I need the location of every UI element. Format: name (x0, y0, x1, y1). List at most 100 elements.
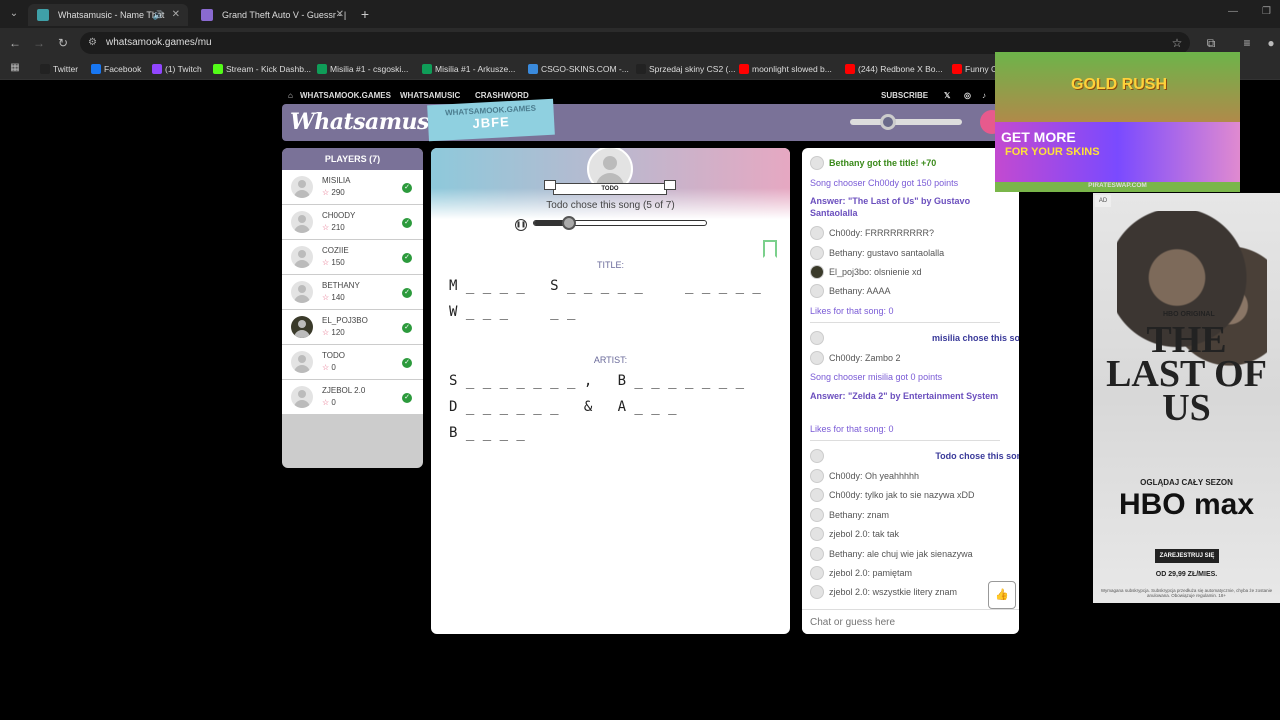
star-icon: ☆ (322, 363, 332, 372)
room-code-box[interactable]: WHATSAMOOK.GAMES JBFE (427, 98, 555, 142)
chat-message: Bethany: ale chuj wie jak sienazywa (810, 547, 973, 561)
player-points-value: 120 (331, 328, 345, 337)
instagram-icon[interactable]: ◎ (964, 91, 971, 100)
speaker-icon[interactable]: 🔊 (153, 4, 164, 26)
chat-message-text: Todo chose this song! (5 of 7) (935, 451, 1019, 461)
tiktok-icon[interactable]: ♪ (982, 91, 986, 100)
chat-message-text: zjebol 2.0: tak tak (829, 529, 900, 539)
chat-avatar (810, 469, 824, 483)
player-avatar (291, 281, 313, 303)
player-points: ☆ 150 (322, 258, 345, 267)
bookmark-label: (1) Twitch (165, 64, 202, 74)
nav-link-crashword[interactable]: CRASHWORD (475, 91, 529, 100)
bookmark-item[interactable]: Stream - Kick Dashb... (213, 62, 311, 76)
bookmark-icon[interactable] (763, 240, 777, 258)
bookmark-favicon-icon (317, 64, 327, 74)
player-list: MISILIA ☆ 290 ✓ CH0ODY ☆ 210 ✓ COZIIE ☆ 150 ✓ BET… (282, 170, 423, 415)
pause-icon[interactable]: ❚❚ (515, 219, 527, 231)
player-name: MISILIA (322, 176, 351, 185)
bookmark-star-icon[interactable]: ☆ (1170, 36, 1184, 50)
site-logo[interactable]: Whatsamusic (290, 109, 450, 135)
player-avatar (291, 386, 313, 408)
apps-grid-icon[interactable]: ▦ (8, 62, 22, 73)
ad-fine-print: Wymagana subskrypcja. Subskrypcja przedł… (1100, 588, 1273, 598)
title-label: TITLE: (596, 260, 624, 270)
chat-avatar (810, 585, 824, 599)
chat-avatar (810, 226, 824, 240)
check-icon: ✓ (402, 393, 412, 403)
extensions-icon[interactable]: ⧉ (1204, 36, 1218, 51)
screen: ⌄ Whatsamusic - Name That 🔊 ✕ Grand Thef… (0, 0, 1280, 720)
tab-search-icon[interactable]: ⌄ (6, 6, 22, 22)
player-row: ZJEBOL 2.0 ☆ 0 ✓ (282, 380, 423, 415)
forward-icon[interactable]: → (32, 36, 46, 50)
reload-icon[interactable]: ↻ (56, 36, 70, 50)
bookmark-item[interactable]: (244) Redbone X Bo... (845, 62, 943, 76)
player-points-value: 150 (331, 258, 345, 267)
chat-divider (810, 322, 1000, 323)
player-row: BETHANY ☆ 140 ✓ (282, 275, 423, 310)
chat-message-text: zjebol 2.0: pamiętam (829, 568, 913, 578)
chat-message: Ch00dy: FRRRRRRRRR? (810, 226, 935, 240)
close-tab-icon[interactable]: ✕ (172, 4, 180, 26)
chat-message-text: Ch00dy: FRRRRRRRRR? (829, 228, 935, 238)
volume-knob[interactable] (880, 114, 896, 130)
site-info-icon[interactable]: ⚙ (88, 37, 100, 49)
like-thumb-icon[interactable]: 👍 (988, 581, 1016, 609)
chat-input[interactable] (810, 614, 1010, 631)
player-avatar (291, 176, 313, 198)
site-top-nav: ⌂ WHATSAMOOK.GAMES WHATSAMUSIC CRASHWORD… (282, 89, 1002, 103)
ad-game-title: GOLD RUSH (1071, 76, 1167, 93)
now-playing-header: TODO Todo chose this song (5 of 7) ❚❚ (431, 148, 790, 240)
whatsamusic-favicon-icon (37, 9, 49, 21)
hbo-max-ad[interactable]: AD HBO ORIGINAL THE LAST OF US OGLĄDAJ C… (1093, 193, 1280, 603)
pirateswap-ad[interactable]: GOLD RUSH GET MORE FOR YOUR SKINS PIRATE… (995, 52, 1240, 192)
tab-gta-guessr[interactable]: Grand Theft Auto V - Guessr - | ✕ (192, 4, 352, 26)
media-icon[interactable]: ≡ (1240, 36, 1254, 50)
bookmark-item[interactable]: Facebook (91, 62, 141, 76)
player-name: EL_POJ3BO (322, 316, 368, 325)
chat-message: Bethany: gustavo santaolalla (810, 246, 944, 260)
artist-hint-line-2: D _ _ _ _ _ _ & A _ _ _ (449, 399, 677, 415)
bookmark-item[interactable]: Sprzedaj skiny CS2 (... (636, 62, 735, 76)
bookmark-item[interactable]: Twitter (40, 62, 78, 76)
ad-subline: FOR YOUR SKINS (1005, 146, 1100, 158)
new-tab-icon[interactable]: + (356, 4, 374, 24)
subscribe-link[interactable]: SUBSCRIBE (881, 91, 928, 100)
restore-icon[interactable]: ❐ (1262, 6, 1271, 17)
web-page: ⌂ WHATSAMOOK.GAMES WHATSAMUSIC CRASHWORD… (0, 52, 1280, 720)
player-points-value: 290 (331, 188, 345, 197)
bookmark-item[interactable]: Misilia #1 - Arkusze... (422, 62, 515, 76)
bookmark-item[interactable]: (1) Twitch (152, 62, 202, 76)
star-icon: ☆ (322, 258, 332, 267)
url-field[interactable]: ⚙ whatsamook.games/mu (80, 32, 1190, 54)
song-status-text: Todo chose this song (5 of 7) (546, 200, 675, 211)
volume-slider[interactable] (850, 114, 962, 130)
guessr-favicon-icon (201, 9, 213, 21)
home-icon[interactable]: ⌂ (288, 91, 293, 100)
minimize-icon[interactable]: — (1228, 6, 1238, 17)
bookmark-item[interactable]: CSGO-SKINS.COM -... (528, 62, 629, 76)
bookmark-favicon-icon (739, 64, 749, 74)
tab-whatsamusic[interactable]: Whatsamusic - Name That 🔊 ✕ (28, 4, 188, 26)
bookmark-item[interactable]: moonlight slowed b... (739, 62, 832, 76)
player-name: ZJEBOL 2.0 (322, 386, 366, 395)
star-icon: ☆ (322, 223, 332, 232)
ad-register-button[interactable]: ZAREJESTRUJ SIĘ (1155, 549, 1219, 563)
ad-cta-text: OGLĄDAJ CAŁY SEZON (1140, 478, 1233, 487)
bookmark-label: Sprzedaj skiny CS2 (... (649, 64, 736, 74)
twitter-icon[interactable]: 𝕏 (944, 91, 950, 100)
star-icon: ☆ (322, 293, 332, 302)
bookmark-favicon-icon (636, 64, 646, 74)
bookmark-favicon-icon (40, 64, 50, 74)
profile-icon[interactable]: ● (1264, 36, 1278, 50)
player-avatar (291, 246, 313, 268)
player-points-value: 0 (331, 398, 336, 407)
back-icon[interactable]: ← (8, 36, 22, 50)
nav-link-whatsamook[interactable]: WHATSAMOOK.GAMES (300, 91, 391, 100)
chat-avatar (810, 351, 824, 365)
nav-link-whatsamusic[interactable]: WHATSAMUSIC (400, 91, 460, 100)
close-tab-icon[interactable]: ✕ (336, 4, 344, 26)
artist-label: ARTIST: (593, 355, 628, 365)
bookmark-item[interactable]: Misilia #1 - csgoski... (317, 62, 408, 76)
